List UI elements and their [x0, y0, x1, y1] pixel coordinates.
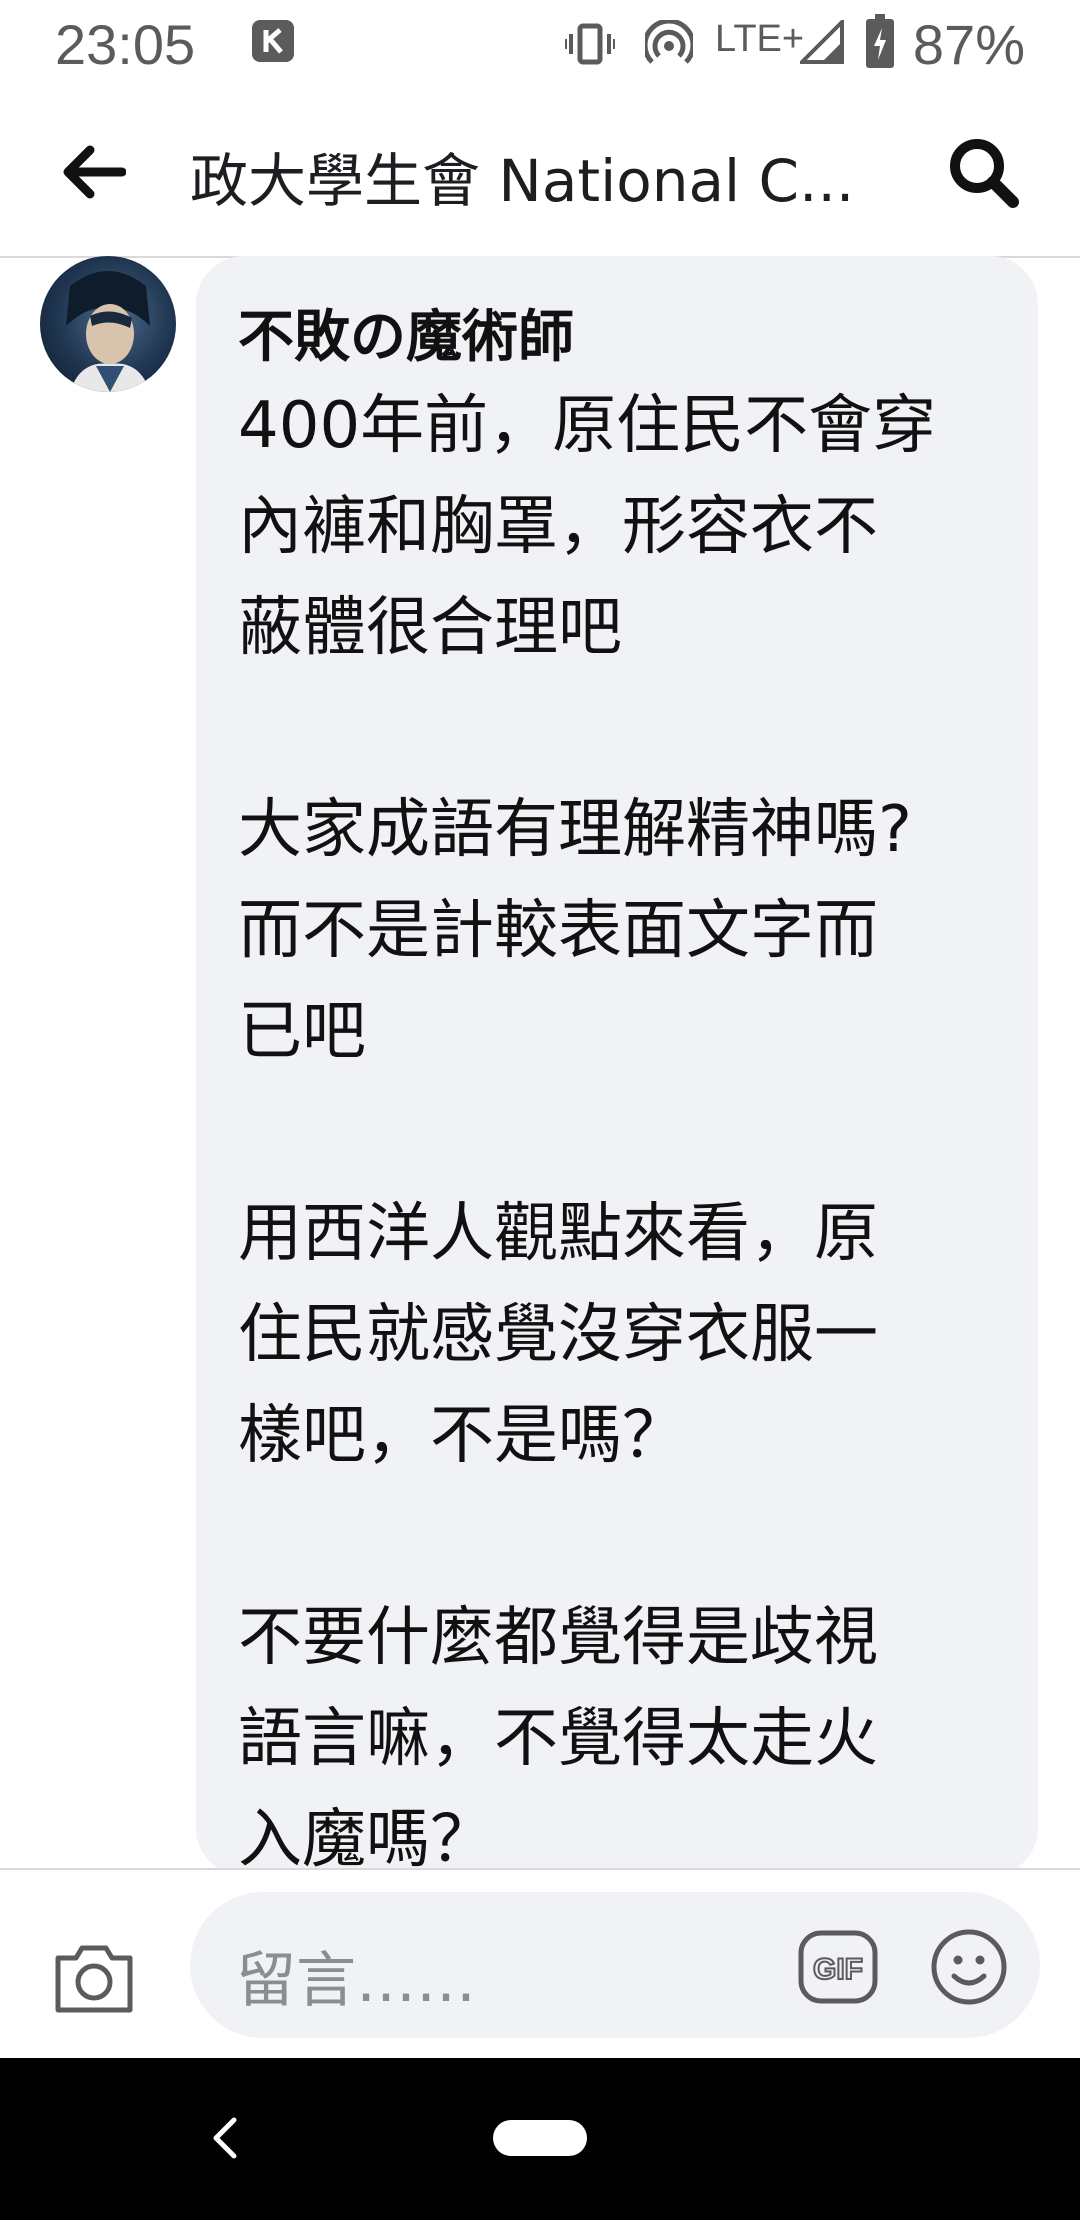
nav-home-pill[interactable] — [493, 2120, 587, 2156]
gif-button[interactable]: GIF — [798, 1930, 878, 2004]
app-bar: 政大學生會 National C... — [0, 88, 1080, 258]
avatar-image — [66, 271, 150, 392]
page-title: 政大學生會 National C... — [190, 147, 850, 215]
vibrate-icon — [565, 23, 615, 65]
k-app-icon — [252, 20, 294, 62]
nav-back-icon[interactable] — [200, 2110, 250, 2166]
battery-icon — [866, 14, 894, 68]
comment-author[interactable]: 不敗の魔術師 — [238, 292, 574, 373]
comment-bubble[interactable]: 不敗の魔術師 400年前，原住民不會穿 內褲和胸罩，形容衣不 蔽體很合理吧 大家… — [196, 256, 1038, 1868]
status-time: 23:05 — [55, 13, 196, 76]
battery-level: 87% — [912, 13, 1025, 76]
network-type: LTE+ — [715, 18, 805, 60]
gif-label: GIF — [813, 1953, 863, 1986]
camera-icon[interactable] — [52, 1940, 136, 2016]
comment-text: 400年前，原住民不會穿 內褲和胸罩，形容衣不 蔽體很合理吧 大家成語有理解精神… — [238, 389, 937, 1868]
comment-input[interactable]: 留言…… GIF — [190, 1892, 1040, 2038]
hotspot-icon — [645, 20, 693, 64]
avatar[interactable] — [40, 256, 176, 392]
comment-composer: 留言…… GIF — [0, 1868, 1080, 2060]
comment-thread: 不敗の魔術師 400年前，原住民不會穿 內褲和胸罩，形容衣不 蔽體很合理吧 大家… — [0, 256, 1080, 1868]
status-bar: 23:05 LTE+ 87% — [0, 0, 1080, 88]
search-icon[interactable] — [945, 134, 1021, 210]
emoji-icon[interactable] — [930, 1928, 1008, 2006]
gif-icon: GIF — [798, 1930, 878, 2004]
signal-icon — [800, 20, 844, 64]
back-arrow-icon[interactable] — [60, 142, 126, 202]
comment-input-placeholder: 留言…… — [236, 1946, 476, 2016]
system-nav-bar — [0, 2058, 1080, 2220]
